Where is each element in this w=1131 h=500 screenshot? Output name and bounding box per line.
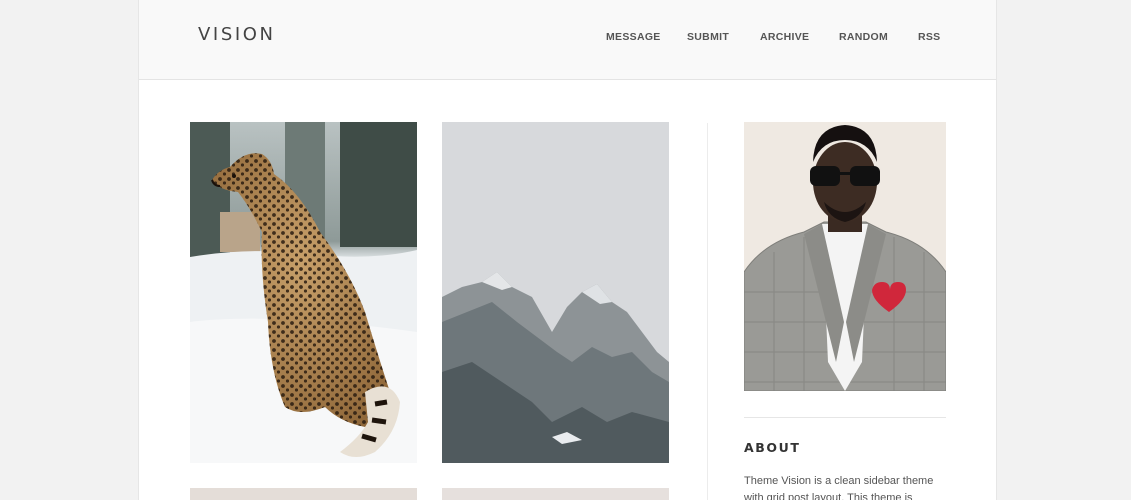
post-image-mountains[interactable]: [442, 122, 669, 463]
nav-item-archive[interactable]: ARCHIVE: [760, 31, 809, 43]
main-nav: MESSAGE SUBMIT ARCHIVE RANDOM RSS: [139, 31, 996, 45]
nav-item-message[interactable]: MESSAGE: [606, 31, 661, 43]
sidebar-divider-horizontal: [744, 417, 946, 418]
about-heading: ABOUT: [744, 440, 801, 455]
about-description: Theme Vision is a clean sidebar theme wi…: [744, 475, 934, 500]
post-image-bottom-left[interactable]: [190, 488, 417, 500]
post-image-bottom-right[interactable]: [442, 488, 669, 500]
nav-item-random[interactable]: RANDOM: [839, 31, 888, 43]
sidebar-avatar: [744, 122, 946, 391]
nav-item-submit[interactable]: SUBMIT: [687, 31, 729, 43]
post-image-cheetah[interactable]: [190, 122, 417, 463]
nav-item-rss[interactable]: RSS: [918, 31, 941, 43]
avatar-photo: [744, 122, 946, 391]
site-header: VISION MESSAGE SUBMIT ARCHIVE RANDOM RSS: [139, 0, 996, 80]
page-container: VISION MESSAGE SUBMIT ARCHIVE RANDOM RSS: [138, 0, 997, 500]
mountains-photo: [442, 122, 669, 463]
sidebar-divider: [707, 123, 708, 500]
cheetah-photo: [190, 122, 417, 463]
